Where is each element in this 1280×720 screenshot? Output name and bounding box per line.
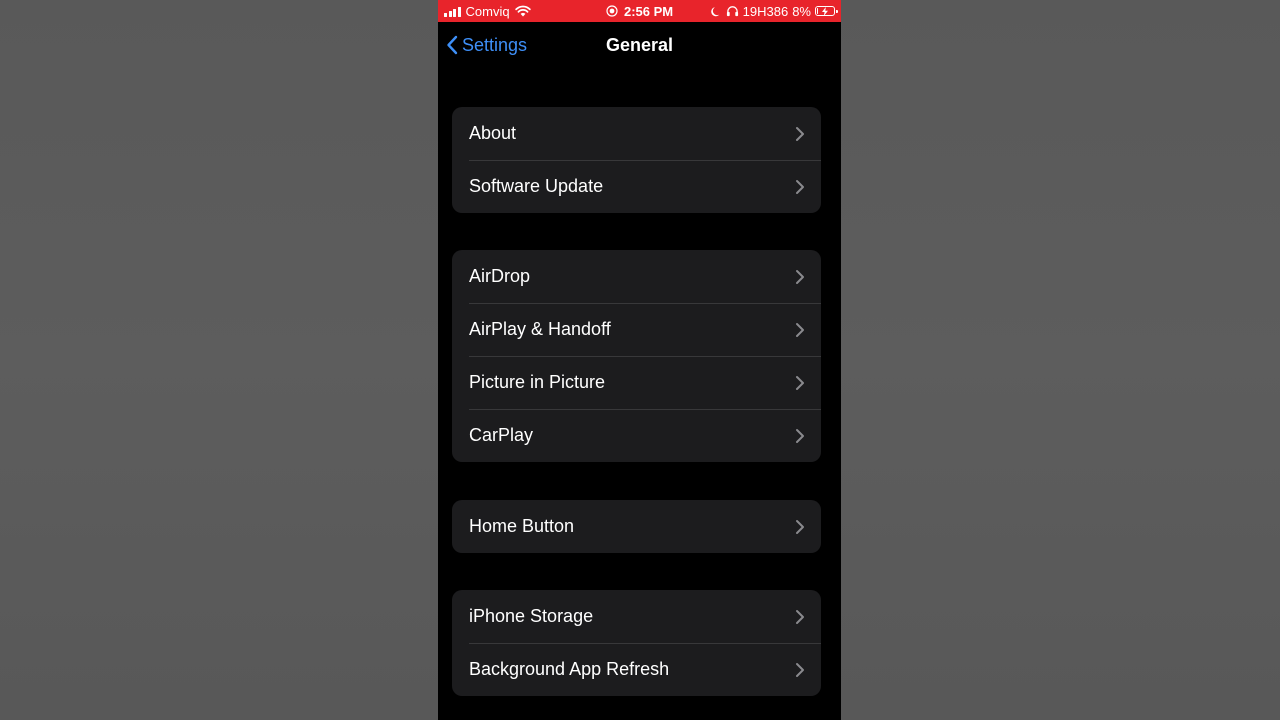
- moon-icon: [710, 6, 720, 16]
- row-home-button[interactable]: Home Button: [452, 500, 821, 553]
- row-airdrop[interactable]: AirDrop: [452, 250, 821, 303]
- back-button-label: Settings: [462, 34, 528, 55]
- carrier-name: Comviq: [465, 3, 510, 19]
- device-label: 19H386: [742, 3, 789, 19]
- battery-charging-icon: [815, 6, 838, 16]
- row-label: AirPlay & Handoff: [469, 319, 611, 339]
- battery-percent: 8%: [792, 3, 811, 19]
- chevron-right-icon: [796, 179, 804, 194]
- settings-group-connectivity: AirDrop AirPlay & Handoff Picture in Pic…: [452, 250, 821, 462]
- back-button[interactable]: Settings: [446, 22, 527, 68]
- row-label: Picture in Picture: [469, 372, 606, 392]
- backdrop-left: [0, 0, 438, 720]
- row-label: Software Update: [469, 176, 604, 196]
- row-label: About: [469, 123, 517, 143]
- chevron-right-icon: [796, 428, 804, 443]
- chevron-right-icon: [796, 126, 804, 141]
- settings-group-home-button: Home Button: [452, 500, 821, 553]
- chevron-right-icon: [796, 322, 804, 337]
- chevron-right-icon: [796, 375, 804, 390]
- status-bar-right: 19H386 8%: [710, 0, 838, 22]
- status-bar: Comviq 2:56 PM 19H386 8%: [438, 0, 841, 22]
- row-iphone-storage[interactable]: iPhone Storage: [452, 590, 821, 643]
- row-label: Background App Refresh: [469, 659, 670, 679]
- row-software-update[interactable]: Software Update: [452, 160, 821, 213]
- chevron-right-icon: [796, 519, 804, 534]
- backdrop-right: [841, 0, 1280, 720]
- chevron-left-icon: [447, 35, 458, 55]
- status-time: 2:56 PM: [624, 3, 674, 19]
- screen-record-icon: [606, 5, 618, 17]
- headphones-icon: [726, 6, 738, 17]
- row-label: Home Button: [469, 516, 575, 536]
- row-airplay-handoff[interactable]: AirPlay & Handoff: [452, 303, 821, 356]
- row-carplay[interactable]: CarPlay: [452, 409, 821, 462]
- phone-screen: Comviq 2:56 PM 19H386 8% Settings Genera…: [438, 0, 841, 720]
- row-background-app-refresh[interactable]: Background App Refresh: [452, 643, 821, 696]
- row-label: CarPlay: [469, 425, 534, 445]
- signal-icon: [444, 6, 461, 17]
- chevron-right-icon: [796, 662, 804, 677]
- chevron-right-icon: [796, 609, 804, 624]
- row-about[interactable]: About: [452, 107, 821, 160]
- row-label: AirDrop: [469, 266, 531, 286]
- chevron-right-icon: [796, 269, 804, 284]
- settings-group-storage: iPhone Storage Background App Refresh: [452, 590, 821, 696]
- status-bar-center: 2:56 PM: [606, 0, 673, 22]
- settings-group-about: About Software Update: [452, 107, 821, 213]
- status-bar-left: Comviq: [444, 0, 531, 22]
- row-label: iPhone Storage: [469, 606, 594, 626]
- wifi-icon: [514, 5, 531, 17]
- row-picture-in-picture[interactable]: Picture in Picture: [452, 356, 821, 409]
- nav-bar: Settings General: [438, 22, 841, 68]
